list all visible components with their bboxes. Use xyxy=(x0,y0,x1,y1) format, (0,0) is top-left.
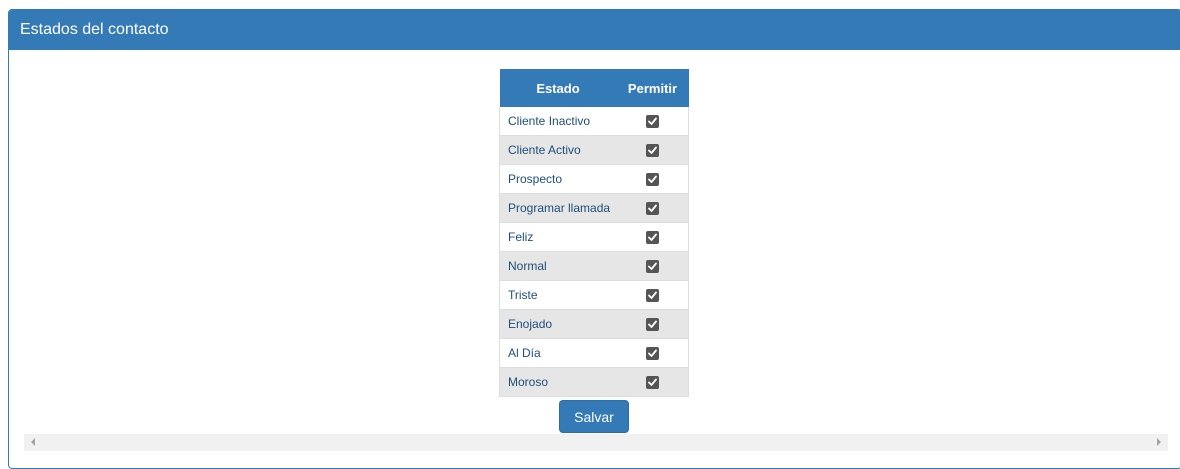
table-row: Al Día xyxy=(499,338,689,368)
permitir-checkbox[interactable] xyxy=(645,260,659,274)
column-header-permitir: Permitir xyxy=(616,69,689,107)
table-row: Feliz xyxy=(499,222,689,252)
permitir-checkbox[interactable] xyxy=(645,144,659,158)
panel-title: Estados del contacto xyxy=(9,10,1180,50)
checkmark-icon xyxy=(647,378,657,387)
permitir-checkbox[interactable] xyxy=(645,289,659,303)
checkmark-icon xyxy=(647,204,657,213)
states-table: Estado Permitir Cliente Inactivo Cliente … xyxy=(499,69,689,397)
permitir-cell xyxy=(616,251,689,281)
checkmark-icon xyxy=(647,233,657,242)
table-row: Normal xyxy=(499,251,689,281)
permitir-cell xyxy=(616,193,689,223)
state-label: Enojado xyxy=(499,309,617,339)
state-label: Programar llamada xyxy=(499,193,617,223)
states-table-body: Cliente Inactivo Cliente Activo Prospecto P… xyxy=(499,107,689,397)
permitir-cell xyxy=(616,107,689,136)
permitir-checkbox[interactable] xyxy=(645,318,659,332)
table-row: Cliente Inactivo xyxy=(499,107,689,136)
state-label: Prospecto xyxy=(499,164,617,194)
save-button[interactable]: Salvar xyxy=(559,400,629,433)
table-row: Triste xyxy=(499,280,689,310)
table-row: Moroso xyxy=(499,367,689,397)
scroll-left-arrow-icon[interactable] xyxy=(31,438,35,446)
state-label: Cliente Activo xyxy=(499,135,617,165)
checkmark-icon xyxy=(647,349,657,358)
permitir-checkbox[interactable] xyxy=(645,347,659,361)
checkmark-icon xyxy=(647,175,657,184)
permitir-checkbox[interactable] xyxy=(645,173,659,187)
state-label: Al Día xyxy=(499,338,617,368)
state-label: Triste xyxy=(499,280,617,310)
table-row: Cliente Activo xyxy=(499,135,689,165)
checkmark-icon xyxy=(647,117,657,126)
checkmark-icon xyxy=(647,146,657,155)
permitir-cell xyxy=(616,367,689,397)
permitir-cell xyxy=(616,338,689,368)
permitir-checkbox[interactable] xyxy=(645,115,659,129)
horizontal-scrollbar[interactable] xyxy=(24,434,1168,451)
permitir-cell xyxy=(616,280,689,310)
permitir-checkbox[interactable] xyxy=(645,202,659,216)
permitir-cell xyxy=(616,135,689,165)
state-label: Feliz xyxy=(499,222,617,252)
permitir-checkbox[interactable] xyxy=(645,231,659,245)
state-label: Normal xyxy=(499,251,617,281)
contact-states-panel: Estados del contacto Estado Permitir Cli… xyxy=(8,9,1180,469)
column-header-estado: Estado xyxy=(499,69,617,107)
checkmark-icon xyxy=(647,262,657,271)
table-row: Prospecto xyxy=(499,164,689,194)
table-row: Enojado xyxy=(499,309,689,339)
state-label: Moroso xyxy=(499,367,617,397)
permitir-checkbox[interactable] xyxy=(645,376,659,390)
table-header-row: Estado Permitir xyxy=(499,69,689,107)
checkmark-icon xyxy=(647,320,657,329)
scroll-right-arrow-icon[interactable] xyxy=(1157,438,1161,446)
permitir-cell xyxy=(616,164,689,194)
permitir-cell xyxy=(616,222,689,252)
state-label: Cliente Inactivo xyxy=(499,107,617,136)
table-row: Programar llamada xyxy=(499,193,689,223)
permitir-cell xyxy=(616,309,689,339)
checkmark-icon xyxy=(647,291,657,300)
